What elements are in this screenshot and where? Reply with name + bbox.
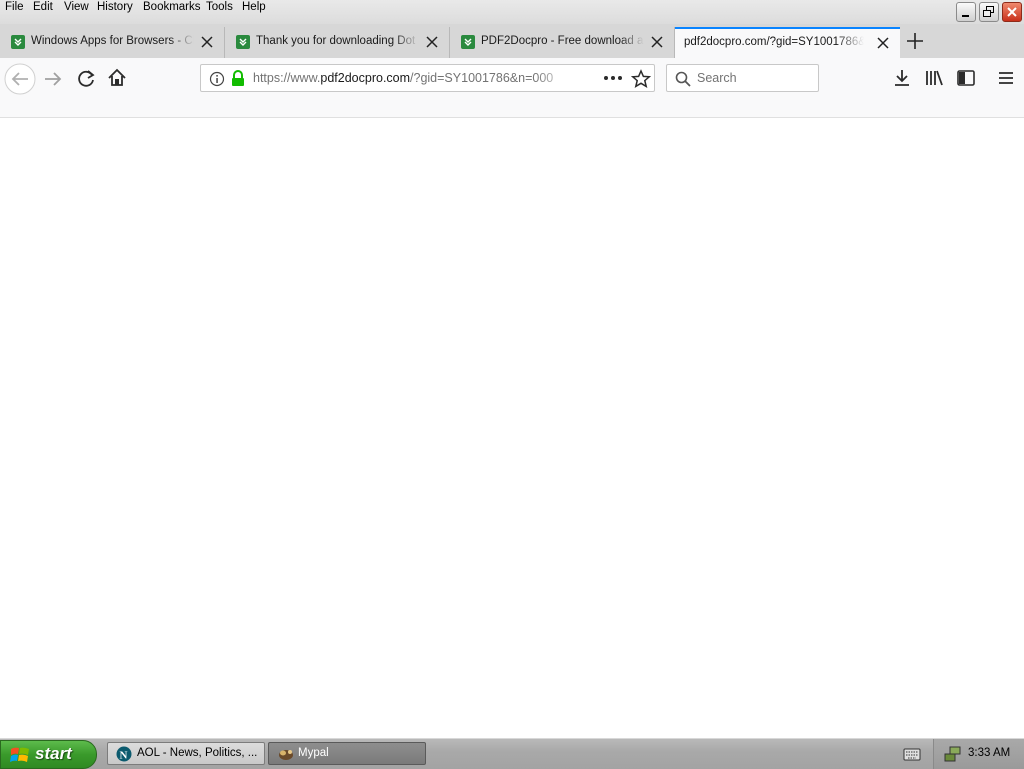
reload-button[interactable]	[75, 68, 97, 90]
home-button[interactable]	[106, 67, 128, 89]
windows-logo-icon	[10, 747, 29, 762]
tab-cnet-windows-apps[interactable]: Windows Apps for Browsers - CNET	[0, 27, 225, 58]
taskbar-item-mypal[interactable]: Mypal	[268, 742, 426, 765]
keyboard-icon[interactable]	[903, 746, 921, 762]
search-input[interactable]	[697, 69, 812, 87]
netscape-icon: N	[116, 746, 132, 762]
system-tray: 3:33 AM	[933, 739, 1024, 769]
close-icon	[1007, 7, 1017, 17]
tab-close-icon[interactable]	[425, 35, 439, 49]
tab-bar: Windows Apps for Browsers - CNET Thank y…	[0, 24, 1024, 58]
tab-close-icon[interactable]	[200, 35, 214, 49]
clock[interactable]: 3:33 AM	[968, 747, 1010, 759]
mypal-icon	[279, 750, 293, 760]
taskbar-item-label: AOL - News, Politics, ...	[137, 747, 258, 759]
library-icon[interactable]	[924, 68, 944, 88]
menu-edit[interactable]: Edit	[33, 1, 53, 13]
start-label: start	[35, 744, 72, 763]
page-content[interactable]	[0, 118, 1024, 738]
tab-close-icon[interactable]	[650, 35, 664, 49]
taskbar: start N AOL - News, Politics, ... Mypal …	[0, 738, 1024, 769]
cnet-download-icon	[236, 35, 250, 49]
secure-lock-icon[interactable]	[230, 70, 246, 87]
url-bar[interactable]: https://www.pdf2docpro.com/?gid=SY100178…	[200, 64, 655, 92]
close-button[interactable]	[1002, 2, 1022, 22]
restore-icon	[983, 6, 994, 17]
tab-title: Windows Apps for Browsers - CNET	[31, 35, 194, 47]
search-icon	[675, 71, 691, 87]
restore-button[interactable]	[979, 2, 999, 22]
url-text[interactable]: https://www.pdf2docpro.com/?gid=SY100178…	[253, 71, 573, 85]
svg-text:N: N	[120, 750, 128, 762]
search-bar[interactable]	[666, 64, 819, 92]
page-actions-icon[interactable]	[603, 74, 623, 82]
cnet-download-icon	[11, 35, 25, 49]
taskbar-item-label: Mypal	[298, 747, 329, 759]
tab-pdf2docpro-active[interactable]: pdf2docpro.com/?gid=SY1001786&n=000	[675, 27, 900, 58]
tab-dot-browser-download[interactable]: Thank you for downloading Dot Browser	[225, 27, 450, 58]
menu-bookmarks[interactable]: Bookmarks	[143, 1, 201, 13]
url-path: /?gid=SY1001786&n=000	[410, 71, 554, 85]
minimize-icon	[962, 15, 969, 17]
hamburger-menu-icon[interactable]	[996, 68, 1016, 88]
info-icon[interactable]	[209, 71, 225, 87]
menu-view[interactable]: View	[64, 1, 89, 13]
url-prefix: https://www.	[253, 71, 321, 85]
tab-title: Thank you for downloading Dot Browser	[256, 35, 419, 47]
tab-title: pdf2docpro.com/?gid=SY1001786&n=000	[684, 36, 864, 48]
minimize-button[interactable]	[956, 2, 976, 22]
menu-file[interactable]: File	[5, 1, 24, 13]
taskbar-item-aol[interactable]: N AOL - News, Politics, ...	[107, 742, 265, 765]
forward-button[interactable]	[42, 68, 64, 90]
bookmark-star-icon[interactable]	[631, 69, 651, 88]
back-button[interactable]	[4, 63, 36, 95]
url-domain: pdf2docpro.com	[320, 71, 411, 85]
sidebar-icon[interactable]	[956, 68, 976, 88]
tab-close-icon[interactable]	[876, 36, 890, 50]
new-tab-button[interactable]	[903, 29, 927, 53]
tab-pdf2docpro-download[interactable]: PDF2Docpro - Free download and software …	[450, 27, 675, 58]
tab-title: PDF2Docpro - Free download and software …	[481, 35, 644, 47]
menu-history[interactable]: History	[97, 1, 133, 13]
downloads-icon[interactable]	[892, 68, 912, 88]
menu-help[interactable]: Help	[242, 1, 266, 13]
start-button[interactable]: start	[0, 740, 97, 769]
menu-bar: File Edit View History Bookmarks Tools H…	[0, 0, 1024, 24]
navigation-toolbar: https://www.pdf2docpro.com/?gid=SY100178…	[0, 58, 1024, 118]
network-tray-icon[interactable]	[944, 745, 962, 763]
cnet-download-icon	[461, 35, 475, 49]
menu-tools[interactable]: Tools	[206, 1, 233, 13]
